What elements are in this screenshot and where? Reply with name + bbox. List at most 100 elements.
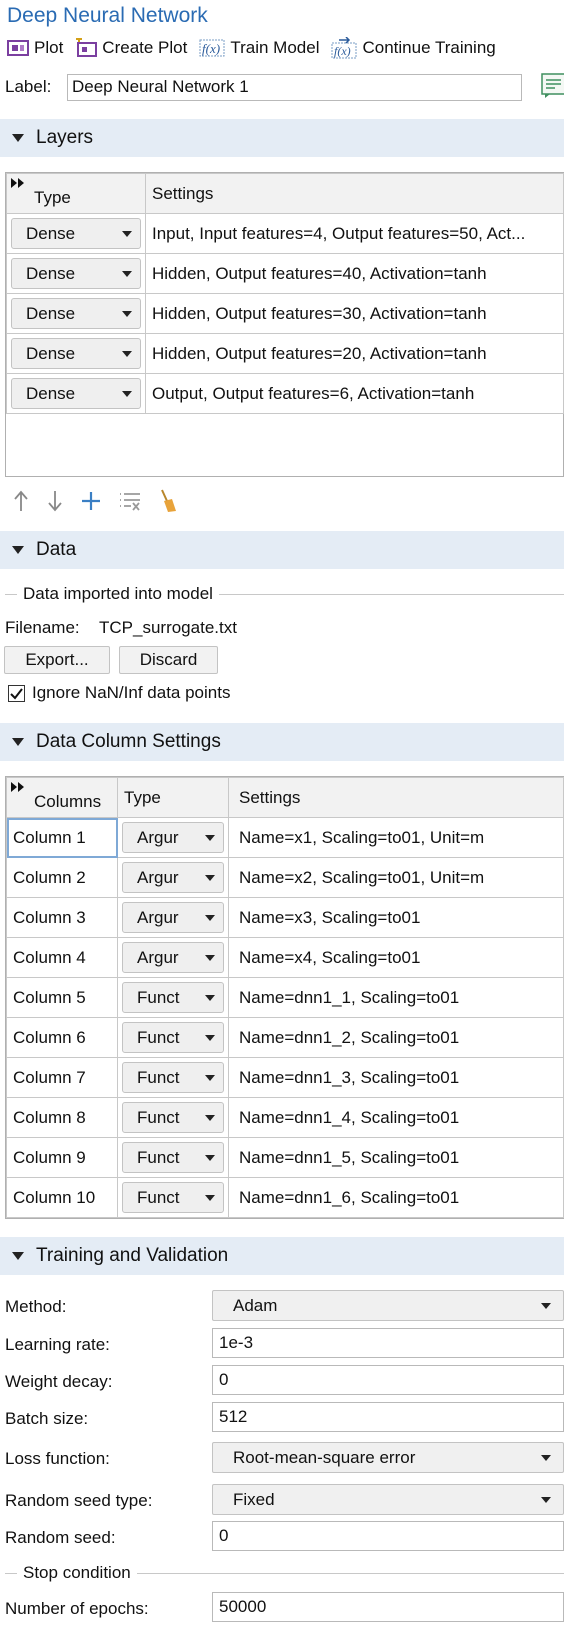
column-name-cell[interactable]: Column 6: [6, 1017, 118, 1058]
train-model-button[interactable]: f(x) Train Model: [199, 38, 319, 58]
column-type-value: Argur: [137, 947, 179, 967]
type-column-header[interactable]: Type: [6, 173, 146, 214]
layers-section-header[interactable]: Layers: [0, 119, 564, 157]
column-name-cell[interactable]: Column 4: [6, 937, 118, 978]
layer-settings[interactable]: Output, Output features=6, Activation=ta…: [145, 373, 564, 414]
column-row[interactable]: Column 3 Argur Name=x3, Scaling=to01: [6, 897, 564, 938]
column-row[interactable]: Column 1 Argur Name=x1, Scaling=to01, Un…: [6, 817, 564, 858]
layer-type-dropdown[interactable]: Dense: [11, 258, 141, 289]
data-section-header[interactable]: Data: [0, 531, 564, 569]
layer-settings[interactable]: Hidden, Output features=40, Activation=t…: [145, 253, 564, 294]
column-type-dropdown[interactable]: Argur: [122, 862, 224, 893]
layer-settings[interactable]: Input, Input features=4, Output features…: [145, 213, 564, 254]
column-settings[interactable]: Name=dnn1_1, Scaling=to01: [228, 977, 564, 1018]
plot-button[interactable]: Plot: [7, 38, 63, 58]
create-plot-button[interactable]: Create Plot: [75, 38, 187, 58]
label-input[interactable]: [67, 73, 522, 101]
clear-table-icon[interactable]: [158, 489, 178, 513]
column-settings[interactable]: Name=dnn1_5, Scaling=to01: [228, 1137, 564, 1178]
ignore-nan-checkbox[interactable]: [8, 684, 25, 702]
method-select[interactable]: Adam: [212, 1290, 564, 1321]
ignore-nan-checkbox-row[interactable]: Ignore NaN/Inf data points: [8, 683, 230, 703]
column-settings[interactable]: Name=dnn1_2, Scaling=to01: [228, 1017, 564, 1058]
seed-type-select[interactable]: Fixed: [212, 1484, 564, 1515]
column-type-dropdown[interactable]: Funct: [122, 1062, 224, 1093]
column-name-cell[interactable]: Column 9: [6, 1137, 118, 1178]
layer-type-dropdown[interactable]: Dense: [11, 378, 141, 409]
column-name-cell[interactable]: Column 1: [6, 817, 118, 858]
column-row[interactable]: Column 5 Funct Name=dnn1_1, Scaling=to01: [6, 977, 564, 1018]
column-type-dropdown[interactable]: Funct: [122, 1022, 224, 1053]
column-settings[interactable]: Name=x4, Scaling=to01: [228, 937, 564, 978]
continue-training-button[interactable]: f(x) Continue Training: [331, 37, 496, 59]
column-type-dropdown[interactable]: Argur: [122, 822, 224, 853]
move-up-icon[interactable]: [12, 490, 30, 512]
column-settings[interactable]: Name=x1, Scaling=to01, Unit=m: [228, 817, 564, 858]
learning-rate-input[interactable]: [212, 1328, 564, 1358]
chevron-down-icon: [541, 1496, 551, 1503]
chevron-down-icon: [205, 994, 215, 1001]
layer-type-dropdown[interactable]: Dense: [11, 338, 141, 369]
training-section-header[interactable]: Training and Validation: [0, 1237, 564, 1275]
columns-section-header[interactable]: Data Column Settings: [0, 723, 564, 761]
column-settings[interactable]: Name=dnn1_3, Scaling=to01: [228, 1057, 564, 1098]
layer-row[interactable]: Dense Hidden, Output features=40, Activa…: [6, 253, 564, 294]
layer-row[interactable]: Dense Hidden, Output features=20, Activa…: [6, 333, 564, 374]
epochs-input[interactable]: [212, 1592, 564, 1622]
column-settings[interactable]: Name=dnn1_4, Scaling=to01: [228, 1097, 564, 1138]
column-type-dropdown[interactable]: Funct: [122, 1182, 224, 1213]
column-name-cell[interactable]: Column 7: [6, 1057, 118, 1098]
delete-rows-icon[interactable]: [118, 490, 142, 512]
expand-all-icon[interactable]: [11, 178, 25, 188]
expand-all-icon[interactable]: [11, 782, 25, 792]
random-seed-input[interactable]: [212, 1521, 564, 1551]
weight-decay-input[interactable]: [212, 1365, 564, 1395]
columns-header-label: Columns: [34, 792, 102, 811]
column-type-value: Argur: [137, 867, 179, 887]
column-type-dropdown[interactable]: Argur: [122, 902, 224, 933]
settings-column-header[interactable]: Settings: [145, 173, 564, 214]
loss-function-select[interactable]: Root-mean-square error: [212, 1442, 564, 1473]
layer-settings[interactable]: Hidden, Output features=20, Activation=t…: [145, 333, 564, 374]
column-settings[interactable]: Name=x2, Scaling=to01, Unit=m: [228, 857, 564, 898]
column-row[interactable]: Column 2 Argur Name=x2, Scaling=to01, Un…: [6, 857, 564, 898]
batch-size-input[interactable]: [212, 1402, 564, 1432]
column-type-dropdown[interactable]: Funct: [122, 1142, 224, 1173]
random-seed-label: Random seed:: [5, 1528, 116, 1547]
column-name-cell[interactable]: Column 2: [6, 857, 118, 898]
column-settings[interactable]: Name=x3, Scaling=to01: [228, 897, 564, 938]
layer-type-dropdown[interactable]: Dense: [11, 218, 141, 249]
chevron-down-icon: [205, 1194, 215, 1201]
column-row[interactable]: Column 4 Argur Name=x4, Scaling=to01: [6, 937, 564, 978]
layer-type-dropdown[interactable]: Dense: [11, 298, 141, 329]
columns-column-header[interactable]: Columns: [6, 777, 118, 818]
column-row[interactable]: Column 8 Funct Name=dnn1_4, Scaling=to01: [6, 1097, 564, 1138]
chevron-down-icon: [541, 1302, 551, 1309]
columns-table: Columns Type Settings Column 1 Argur Nam…: [5, 776, 564, 1219]
layer-row[interactable]: Dense Hidden, Output features=30, Activa…: [6, 293, 564, 334]
move-down-icon[interactable]: [46, 490, 64, 512]
type-column-header[interactable]: Type: [117, 777, 229, 818]
column-type-dropdown[interactable]: Funct: [122, 1102, 224, 1133]
column-row[interactable]: Column 9 Funct Name=dnn1_5, Scaling=to01: [6, 1137, 564, 1178]
chevron-down-icon: [205, 874, 215, 881]
column-name-cell[interactable]: Column 10: [6, 1177, 118, 1218]
export-button[interactable]: Export...: [4, 646, 110, 674]
column-type-dropdown[interactable]: Funct: [122, 982, 224, 1013]
column-name-cell[interactable]: Column 3: [6, 897, 118, 938]
type-header-label: Type: [34, 188, 71, 207]
add-icon[interactable]: [80, 490, 102, 512]
layer-row[interactable]: Dense Output, Output features=6, Activat…: [6, 373, 564, 414]
column-row[interactable]: Column 10 Funct Name=dnn1_6, Scaling=to0…: [6, 1177, 564, 1218]
column-name-cell[interactable]: Column 5: [6, 977, 118, 1018]
column-row[interactable]: Column 6 Funct Name=dnn1_2, Scaling=to01: [6, 1017, 564, 1058]
layer-settings[interactable]: Hidden, Output features=30, Activation=t…: [145, 293, 564, 334]
layer-row[interactable]: Dense Input, Input features=4, Output fe…: [6, 213, 564, 254]
column-settings[interactable]: Name=dnn1_6, Scaling=to01: [228, 1177, 564, 1218]
column-row[interactable]: Column 7 Funct Name=dnn1_3, Scaling=to01: [6, 1057, 564, 1098]
column-name-cell[interactable]: Column 8: [6, 1097, 118, 1138]
column-type-dropdown[interactable]: Argur: [122, 942, 224, 973]
discard-button[interactable]: Discard: [119, 646, 218, 674]
settings-column-header[interactable]: Settings: [228, 777, 564, 818]
comment-icon[interactable]: [541, 73, 564, 104]
